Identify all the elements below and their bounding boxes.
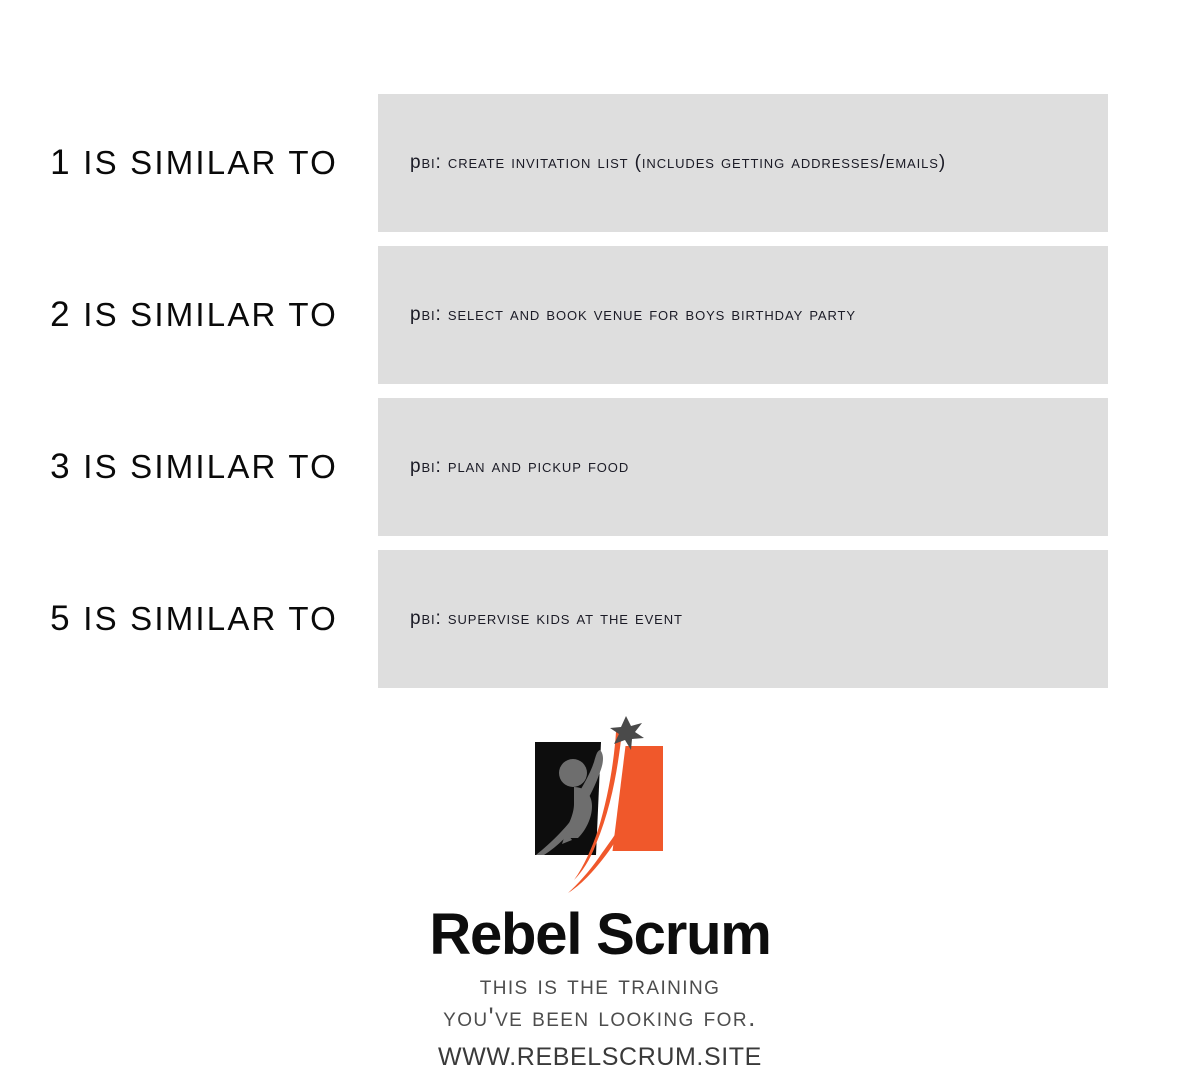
pbi-card-text-2: PBI: Select and book Venue for boys birt… <box>410 304 856 325</box>
reference-row: 2 IS SIMILAR TO PBI: Select and book Ven… <box>0 246 1200 384</box>
relation-text-1: IS SIMILAR TO <box>83 144 338 181</box>
brand-footer: Rebel Scrum This is the training you've … <box>0 714 1200 1072</box>
relation-text-3: IS SIMILAR TO <box>83 448 338 485</box>
row-label-1: 1 IS SIMILAR TO <box>0 94 348 232</box>
estimate-value-2: 2 <box>50 295 72 334</box>
brand-url: WWW.REBELSCRUM.SITE <box>438 1042 762 1071</box>
pbi-card-2[interactable]: PBI: Select and book Venue for boys birt… <box>378 246 1108 384</box>
estimate-value-4: 5 <box>50 599 72 638</box>
reference-row: 3 IS SIMILAR TO PBI: Plan and Pickup foo… <box>0 398 1200 536</box>
estimate-value-3: 3 <box>50 447 72 486</box>
brand-wordmark: Rebel Scrum <box>429 902 772 967</box>
brand-tagline: This is the training you've been looking… <box>443 970 757 1034</box>
pbi-card-text-3: PBI: Plan and Pickup food <box>410 456 630 477</box>
pbi-card-3[interactable]: PBI: Plan and Pickup food <box>378 398 1108 536</box>
brand-tagline-line-1: This is the training <box>479 970 721 1000</box>
reference-story-list: 1 IS SIMILAR TO PBI: Create invitation l… <box>0 94 1200 702</box>
pbi-card-text-4: PBI: Supervise kids at the event <box>410 608 683 629</box>
rebel-scrum-logo-icon <box>535 716 663 893</box>
pbi-card-4[interactable]: PBI: Supervise kids at the event <box>378 550 1108 688</box>
pbi-card-1[interactable]: PBI: Create invitation list (includes ge… <box>378 94 1108 232</box>
relation-text-4: IS SIMILAR TO <box>83 600 338 637</box>
brand-tagline-line-2: you've been looking for. <box>443 1001 757 1032</box>
row-label-3: 3 IS SIMILAR TO <box>0 398 348 536</box>
pbi-card-text-1: PBI: Create invitation list (includes ge… <box>410 152 947 173</box>
row-label-2: 2 IS SIMILAR TO <box>0 246 348 384</box>
relation-text-2: IS SIMILAR TO <box>83 296 338 333</box>
row-label-4: 5 IS SIMILAR TO <box>0 550 348 688</box>
estimate-value-1: 1 <box>50 143 72 182</box>
reference-row: 1 IS SIMILAR TO PBI: Create invitation l… <box>0 94 1200 232</box>
reference-row: 5 IS SIMILAR TO PBI: Supervise kids at t… <box>0 550 1200 688</box>
